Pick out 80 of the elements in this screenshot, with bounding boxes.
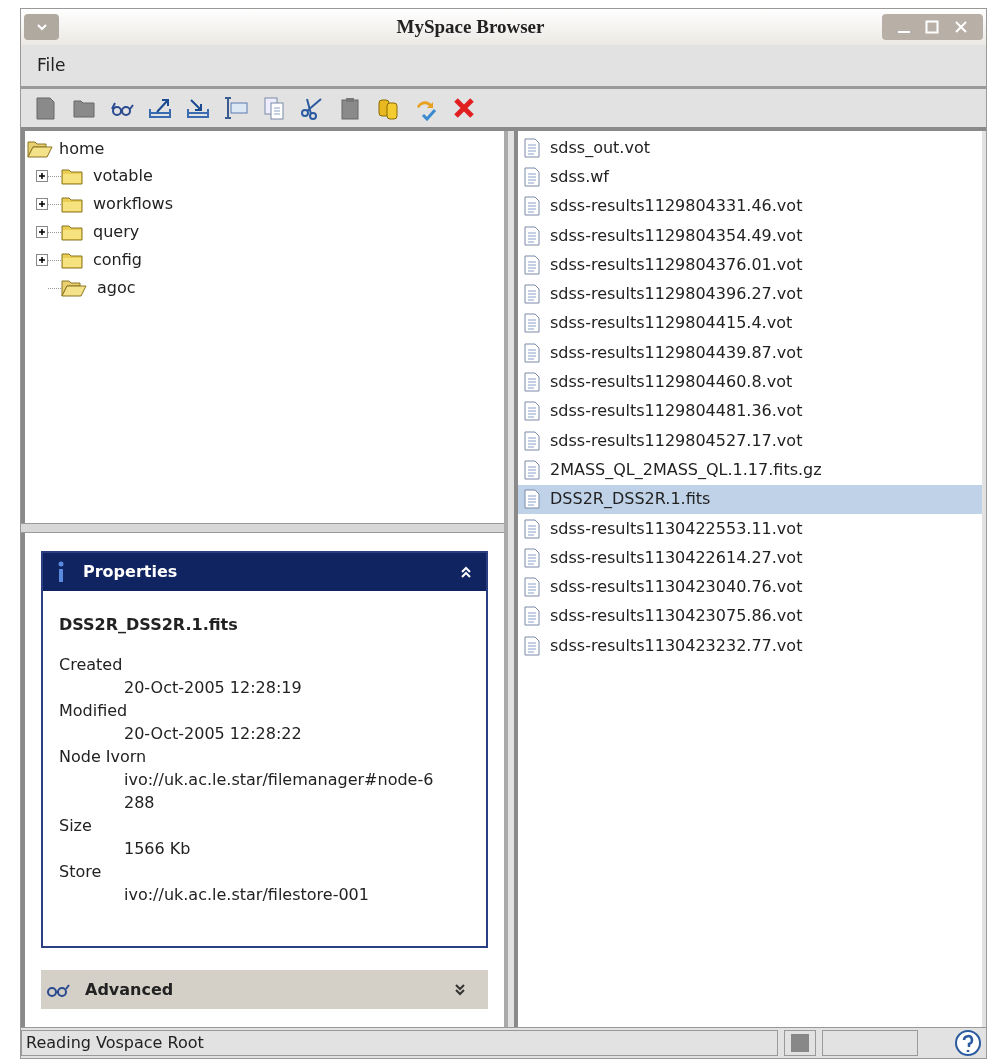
window-title: MySpace Browser: [396, 14, 545, 39]
document-row[interactable]: sdss-results1129804415.4.vot: [518, 308, 982, 339]
document-row[interactable]: 2MASS_QL_2MASS_QL.1.17.fits.gz: [518, 455, 982, 485]
document-icon: [524, 254, 540, 275]
document-icon: [524, 137, 540, 158]
property-value: ivo://uk.ac.le.star/filemanager#node-6288: [123, 769, 435, 814]
tree-item[interactable]: query: [93, 220, 140, 244]
tree-item[interactable]: config: [93, 248, 142, 272]
tree-item[interactable]: agoc: [97, 276, 136, 300]
chevron-down-icon: [454, 982, 466, 997]
property-value: 20-Oct-2005 12:28:22: [123, 723, 303, 745]
document-row[interactable]: sdss-results1129804331.46.vot: [518, 191, 982, 221]
expand-icon[interactable]: [36, 198, 48, 210]
document-icon: [524, 284, 540, 305]
copy-icon[interactable]: [261, 95, 287, 121]
document-row[interactable]: sdss-results1129804376.01.vot: [518, 250, 982, 280]
tree-item[interactable]: workflows: [93, 192, 173, 216]
folder-icon: [61, 167, 83, 185]
document-icon: [524, 342, 540, 363]
open-folder-icon: [61, 279, 87, 297]
document-row[interactable]: sdss-results1129804481.36.vot: [518, 396, 982, 426]
document-icon: [524, 547, 540, 568]
property-label: Size: [59, 815, 93, 837]
document-icon: [524, 313, 540, 334]
document-icon: [524, 518, 540, 539]
folder-icon: [61, 223, 83, 241]
document-icon: [524, 635, 540, 656]
folder-icon: [61, 195, 83, 213]
document-row[interactable]: sdss-results1130423232.77.vot: [518, 631, 982, 661]
panel-title: Properties: [83, 561, 179, 583]
document-row[interactable]: sdss-results1129804460.8.vot: [518, 367, 982, 397]
folder-icon: [61, 251, 83, 269]
document-icon: [524, 225, 540, 246]
maximize-icon[interactable]: [925, 20, 940, 34]
stop-indicator: [784, 1030, 816, 1056]
property-value: 20-Oct-2005 12:28:19: [123, 677, 303, 699]
property-label: Node Ivorn: [59, 746, 148, 768]
property-label: Created: [59, 654, 124, 676]
help-icon[interactable]: [954, 1029, 982, 1057]
document-row[interactable]: sdss-results1129804527.17.vot: [518, 425, 982, 456]
document-icon: [524, 606, 540, 627]
close-icon[interactable]: [953, 20, 968, 34]
document-row[interactable]: sdss-results1130422553.11.vot: [518, 513, 982, 544]
window-menu-button[interactable]: [24, 14, 59, 40]
document-row[interactable]: sdss-results1129804354.49.vot: [518, 220, 982, 251]
info-icon: [57, 561, 65, 583]
advanced-header[interactable]: Advanced: [41, 970, 488, 1009]
document-row[interactable]: sdss_out.vot: [518, 133, 982, 163]
document-row[interactable]: sdss-results1129804439.87.vot: [518, 338, 982, 368]
tree-item[interactable]: votable: [93, 164, 153, 188]
status-text: Reading Vospace Root: [21, 1030, 778, 1056]
document-row[interactable]: sdss-results1130423075.86.vot: [518, 601, 982, 632]
document-icon: [524, 489, 540, 510]
document-row[interactable]: sdss-results1130423040.76.vot: [518, 572, 982, 602]
menu-item[interactable]: File: [37, 52, 66, 79]
property-label: Store: [59, 861, 103, 883]
expand-icon[interactable]: [36, 226, 48, 238]
chevron-down-icon: [35, 23, 48, 31]
document-icon: [524, 401, 540, 422]
properties-header[interactable]: Properties: [43, 553, 486, 591]
panel-title: Advanced: [85, 978, 175, 1001]
tree-item[interactable]: home: [59, 136, 105, 161]
document-row[interactable]: sdss.wf: [518, 162, 982, 192]
property-label: Modified: [59, 700, 129, 722]
text-cursor-icon[interactable]: [223, 95, 249, 121]
expand-icon[interactable]: [36, 254, 48, 266]
property-value: ivo://uk.ac.le.star/filestore-001: [123, 884, 370, 906]
document-row[interactable]: sdss-results1129804396.27.vot: [518, 279, 982, 309]
document-icon: [524, 166, 540, 187]
document-icon: [524, 459, 540, 480]
document-row[interactable]: DSS2R_DSS2R.1.fits: [518, 484, 982, 514]
document-icon: [524, 430, 540, 451]
document-row[interactable]: sdss-results1130422614.27.vot: [518, 543, 982, 573]
document-icon: [524, 196, 540, 217]
file-name: DSS2R_DSS2R.1.fits: [59, 614, 239, 636]
document-icon: [524, 372, 540, 392]
property-value: 1566 Kb: [123, 838, 192, 860]
document-icon: [524, 577, 540, 598]
expand-icon[interactable]: [36, 170, 48, 182]
chevron-up-icon: [460, 565, 472, 579]
